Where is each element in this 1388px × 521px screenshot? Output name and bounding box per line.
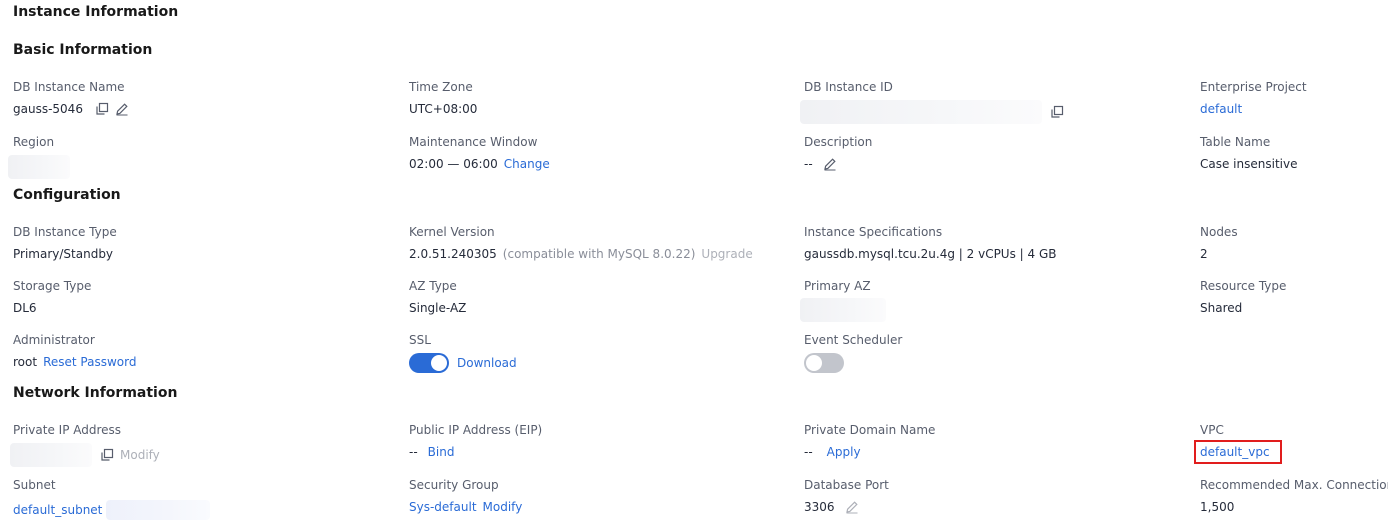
edit-icon[interactable]: [115, 102, 129, 116]
ssl-label: SSL: [409, 333, 431, 347]
db-instance-type-label: DB Instance Type: [13, 225, 117, 239]
db-instance-id-redacted: [800, 100, 1042, 124]
apply-domain-link[interactable]: Apply: [827, 445, 861, 459]
maintenance-window-label: Maintenance Window: [409, 135, 538, 149]
section-basic-heading: Basic Information: [13, 42, 153, 58]
resource-type-value: Shared: [1200, 301, 1243, 315]
subnet-label: Subnet: [13, 478, 56, 492]
subnet-redacted: [106, 500, 211, 520]
nodes-value: 2: [1200, 247, 1208, 261]
database-port-row: 3306: [804, 500, 859, 514]
enterprise-project-label: Enterprise Project: [1200, 80, 1307, 94]
private-domain-label: Private Domain Name: [804, 423, 936, 437]
maintenance-window-value: 02:00 — 06:00: [409, 157, 498, 171]
nodes-label: Nodes: [1200, 225, 1238, 239]
page-title: Instance Information: [13, 4, 179, 20]
maintenance-window-row: 02:00 — 06:00 Change: [409, 157, 550, 171]
vpc-row: default_vpc: [1194, 440, 1282, 464]
private-ip-label: Private IP Address: [13, 423, 122, 437]
db-instance-id-label: DB Instance ID: [804, 80, 893, 94]
ssl-toggle[interactable]: [409, 353, 449, 373]
event-scheduler-toggle[interactable]: [804, 353, 844, 373]
region-value-redacted: [8, 155, 70, 183]
private-ip-row: Modify: [10, 443, 160, 467]
primary-az-label: Primary AZ: [804, 279, 871, 293]
az-type-value: Single-AZ: [409, 301, 467, 315]
storage-type-value: DL6: [13, 301, 37, 315]
database-port-value: 3306: [804, 500, 835, 514]
vpc-link[interactable]: default_vpc: [1194, 440, 1282, 464]
section-config-heading: Configuration: [13, 187, 121, 203]
public-ip-value: --: [409, 445, 418, 459]
event-scheduler-label: Event Scheduler: [804, 333, 903, 347]
description-label: Description: [804, 135, 873, 149]
event-scheduler-row: [804, 353, 844, 377]
public-ip-label: Public IP Address (EIP): [409, 423, 543, 437]
storage-type-label: Storage Type: [13, 279, 92, 293]
db-instance-type-value: Primary/Standby: [13, 247, 114, 261]
security-group-row: Sys-default Modify: [409, 500, 522, 514]
subnet-row: default_subnet: [13, 500, 211, 520]
time-zone-value: UTC+08:00: [409, 102, 478, 116]
kernel-compat-note: (compatible with MySQL 8.0.22): [502, 247, 696, 261]
modify-private-ip-button[interactable]: Modify: [120, 448, 160, 462]
region-label: Region: [13, 135, 55, 149]
db-instance-name-row: gauss-5046: [13, 102, 129, 116]
database-port-label: Database Port: [804, 478, 889, 492]
db-instance-name-value: gauss-5046: [13, 102, 83, 116]
resource-type-label: Resource Type: [1200, 279, 1287, 293]
az-type-label: AZ Type: [409, 279, 457, 293]
security-group-link[interactable]: Sys-default: [409, 500, 477, 514]
subnet-link[interactable]: default_subnet: [13, 503, 102, 517]
bind-eip-link[interactable]: Bind: [428, 445, 455, 459]
kernel-version-value: 2.0.51.240305: [409, 247, 497, 261]
kernel-version-row: 2.0.51.240305 (compatible with MySQL 8.0…: [409, 247, 753, 261]
public-ip-row: -- Bind: [409, 445, 454, 459]
administrator-value: root: [13, 355, 38, 369]
upgrade-button[interactable]: Upgrade: [701, 247, 752, 261]
copy-icon[interactable]: [100, 448, 114, 462]
vpc-label: VPC: [1200, 423, 1224, 437]
description-value: --: [804, 157, 813, 171]
change-maintenance-link[interactable]: Change: [504, 157, 550, 171]
download-ssl-link[interactable]: Download: [457, 356, 517, 370]
db-instance-name-label: DB Instance Name: [13, 80, 125, 94]
description-row: --: [804, 157, 837, 171]
table-name-label: Table Name: [1200, 135, 1271, 149]
max-connections-label: Recommended Max. Connections: [1200, 478, 1388, 492]
private-domain-row: -- Apply: [804, 445, 861, 459]
modify-security-group-link[interactable]: Modify: [483, 500, 523, 514]
edit-icon[interactable]: [845, 500, 859, 514]
section-network-heading: Network Information: [13, 385, 178, 401]
instance-specs-label: Instance Specifications: [804, 225, 943, 239]
primary-az-redacted: [800, 298, 886, 326]
private-domain-value: --: [804, 445, 813, 459]
max-connections-value: 1,500: [1200, 500, 1235, 514]
administrator-label: Administrator: [13, 333, 95, 347]
reset-password-link[interactable]: Reset Password: [43, 355, 136, 369]
edit-icon[interactable]: [823, 157, 837, 171]
table-name-value: Case insensitive: [1200, 157, 1298, 171]
private-ip-redacted: [10, 443, 92, 467]
security-group-label: Security Group: [409, 478, 499, 492]
time-zone-label: Time Zone: [409, 80, 473, 94]
db-instance-id-row: [800, 100, 1064, 124]
instance-specs-value: gaussdb.mysql.tcu.2u.4g | 2 vCPUs | 4 GB: [804, 247, 1057, 261]
copy-icon[interactable]: [95, 102, 109, 116]
enterprise-project-link[interactable]: default: [1200, 102, 1242, 116]
copy-icon[interactable]: [1050, 105, 1064, 119]
administrator-row: root Reset Password: [13, 355, 136, 369]
ssl-row: Download: [409, 353, 517, 373]
kernel-version-label: Kernel Version: [409, 225, 495, 239]
